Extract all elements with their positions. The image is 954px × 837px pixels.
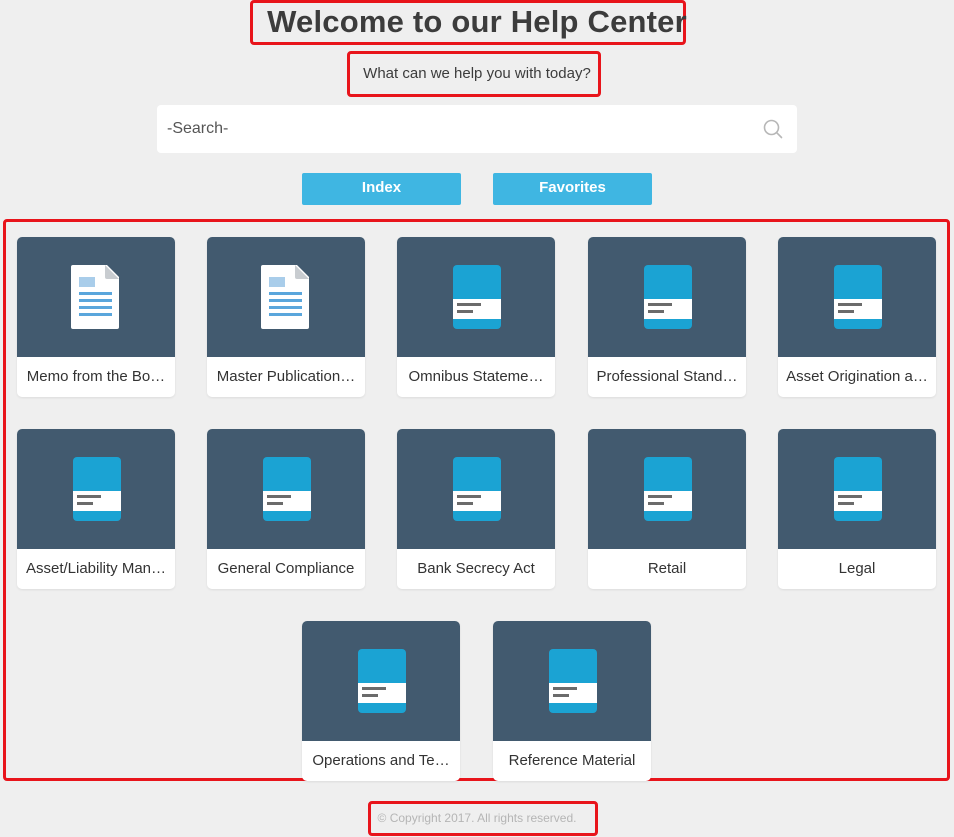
search-icon[interactable] xyxy=(763,119,783,139)
category-label: Master Publication… xyxy=(216,368,356,385)
category-label: Retail xyxy=(647,560,687,577)
category-thumbnail xyxy=(17,237,175,357)
category-label: Legal xyxy=(838,560,876,577)
category-card[interactable]: Asset/Liability Man… xyxy=(17,429,175,589)
search-bar xyxy=(157,105,797,153)
category-thumbnail xyxy=(588,429,746,549)
category-card[interactable]: General Compliance xyxy=(207,429,365,589)
category-label: General Compliance xyxy=(217,560,355,577)
category-thumbnail xyxy=(493,621,651,741)
category-thumbnail xyxy=(397,237,555,357)
category-label: Omnibus Stateme… xyxy=(408,368,544,385)
category-label: Asset Origination a… xyxy=(786,368,928,385)
category-thumbnail xyxy=(302,621,460,741)
book-icon xyxy=(358,649,406,713)
category-thumbnail xyxy=(778,429,936,549)
book-icon xyxy=(834,457,882,521)
category-thumbnail xyxy=(778,237,936,357)
book-icon xyxy=(834,265,882,329)
category-card[interactable]: Asset Origination a… xyxy=(778,237,936,397)
category-card[interactable]: Memo from the Bo… xyxy=(17,237,175,397)
category-card[interactable]: Operations and Te… xyxy=(302,621,460,781)
category-label: Memo from the Bo… xyxy=(26,368,166,385)
category-card[interactable]: Master Publication… xyxy=(207,237,365,397)
category-thumbnail xyxy=(17,429,175,549)
category-card[interactable]: Omnibus Stateme… xyxy=(397,237,555,397)
category-card[interactable]: Bank Secrecy Act xyxy=(397,429,555,589)
category-thumbnail xyxy=(207,237,365,357)
category-card[interactable]: Professional Stand… xyxy=(588,237,746,397)
category-card[interactable]: Reference Material xyxy=(493,621,651,781)
book-icon xyxy=(263,457,311,521)
favorites-button[interactable]: Favorites xyxy=(493,173,652,205)
book-icon xyxy=(644,457,692,521)
document-icon xyxy=(261,265,309,329)
category-thumbnail xyxy=(588,237,746,357)
page-title: Welcome to our Help Center xyxy=(267,4,687,39)
book-icon xyxy=(453,265,501,329)
category-label: Reference Material xyxy=(508,752,636,769)
document-icon xyxy=(71,265,119,329)
book-icon xyxy=(644,265,692,329)
book-icon xyxy=(73,457,121,521)
category-label: Bank Secrecy Act xyxy=(417,560,535,577)
category-card[interactable]: Retail xyxy=(588,429,746,589)
category-label: Operations and Te… xyxy=(312,752,450,769)
category-label: Professional Stand… xyxy=(596,368,738,385)
index-button[interactable]: Index xyxy=(302,173,461,205)
category-label: Asset/Liability Man… xyxy=(25,560,167,577)
category-thumbnail xyxy=(207,429,365,549)
search-input[interactable] xyxy=(157,105,757,153)
copyright-text: © Copyright 2017. All rights reserved. xyxy=(377,811,577,825)
category-thumbnail xyxy=(397,429,555,549)
category-card[interactable]: Legal xyxy=(778,429,936,589)
book-icon xyxy=(453,457,501,521)
page-subtitle: What can we help you with today? xyxy=(363,65,591,82)
book-icon xyxy=(549,649,597,713)
